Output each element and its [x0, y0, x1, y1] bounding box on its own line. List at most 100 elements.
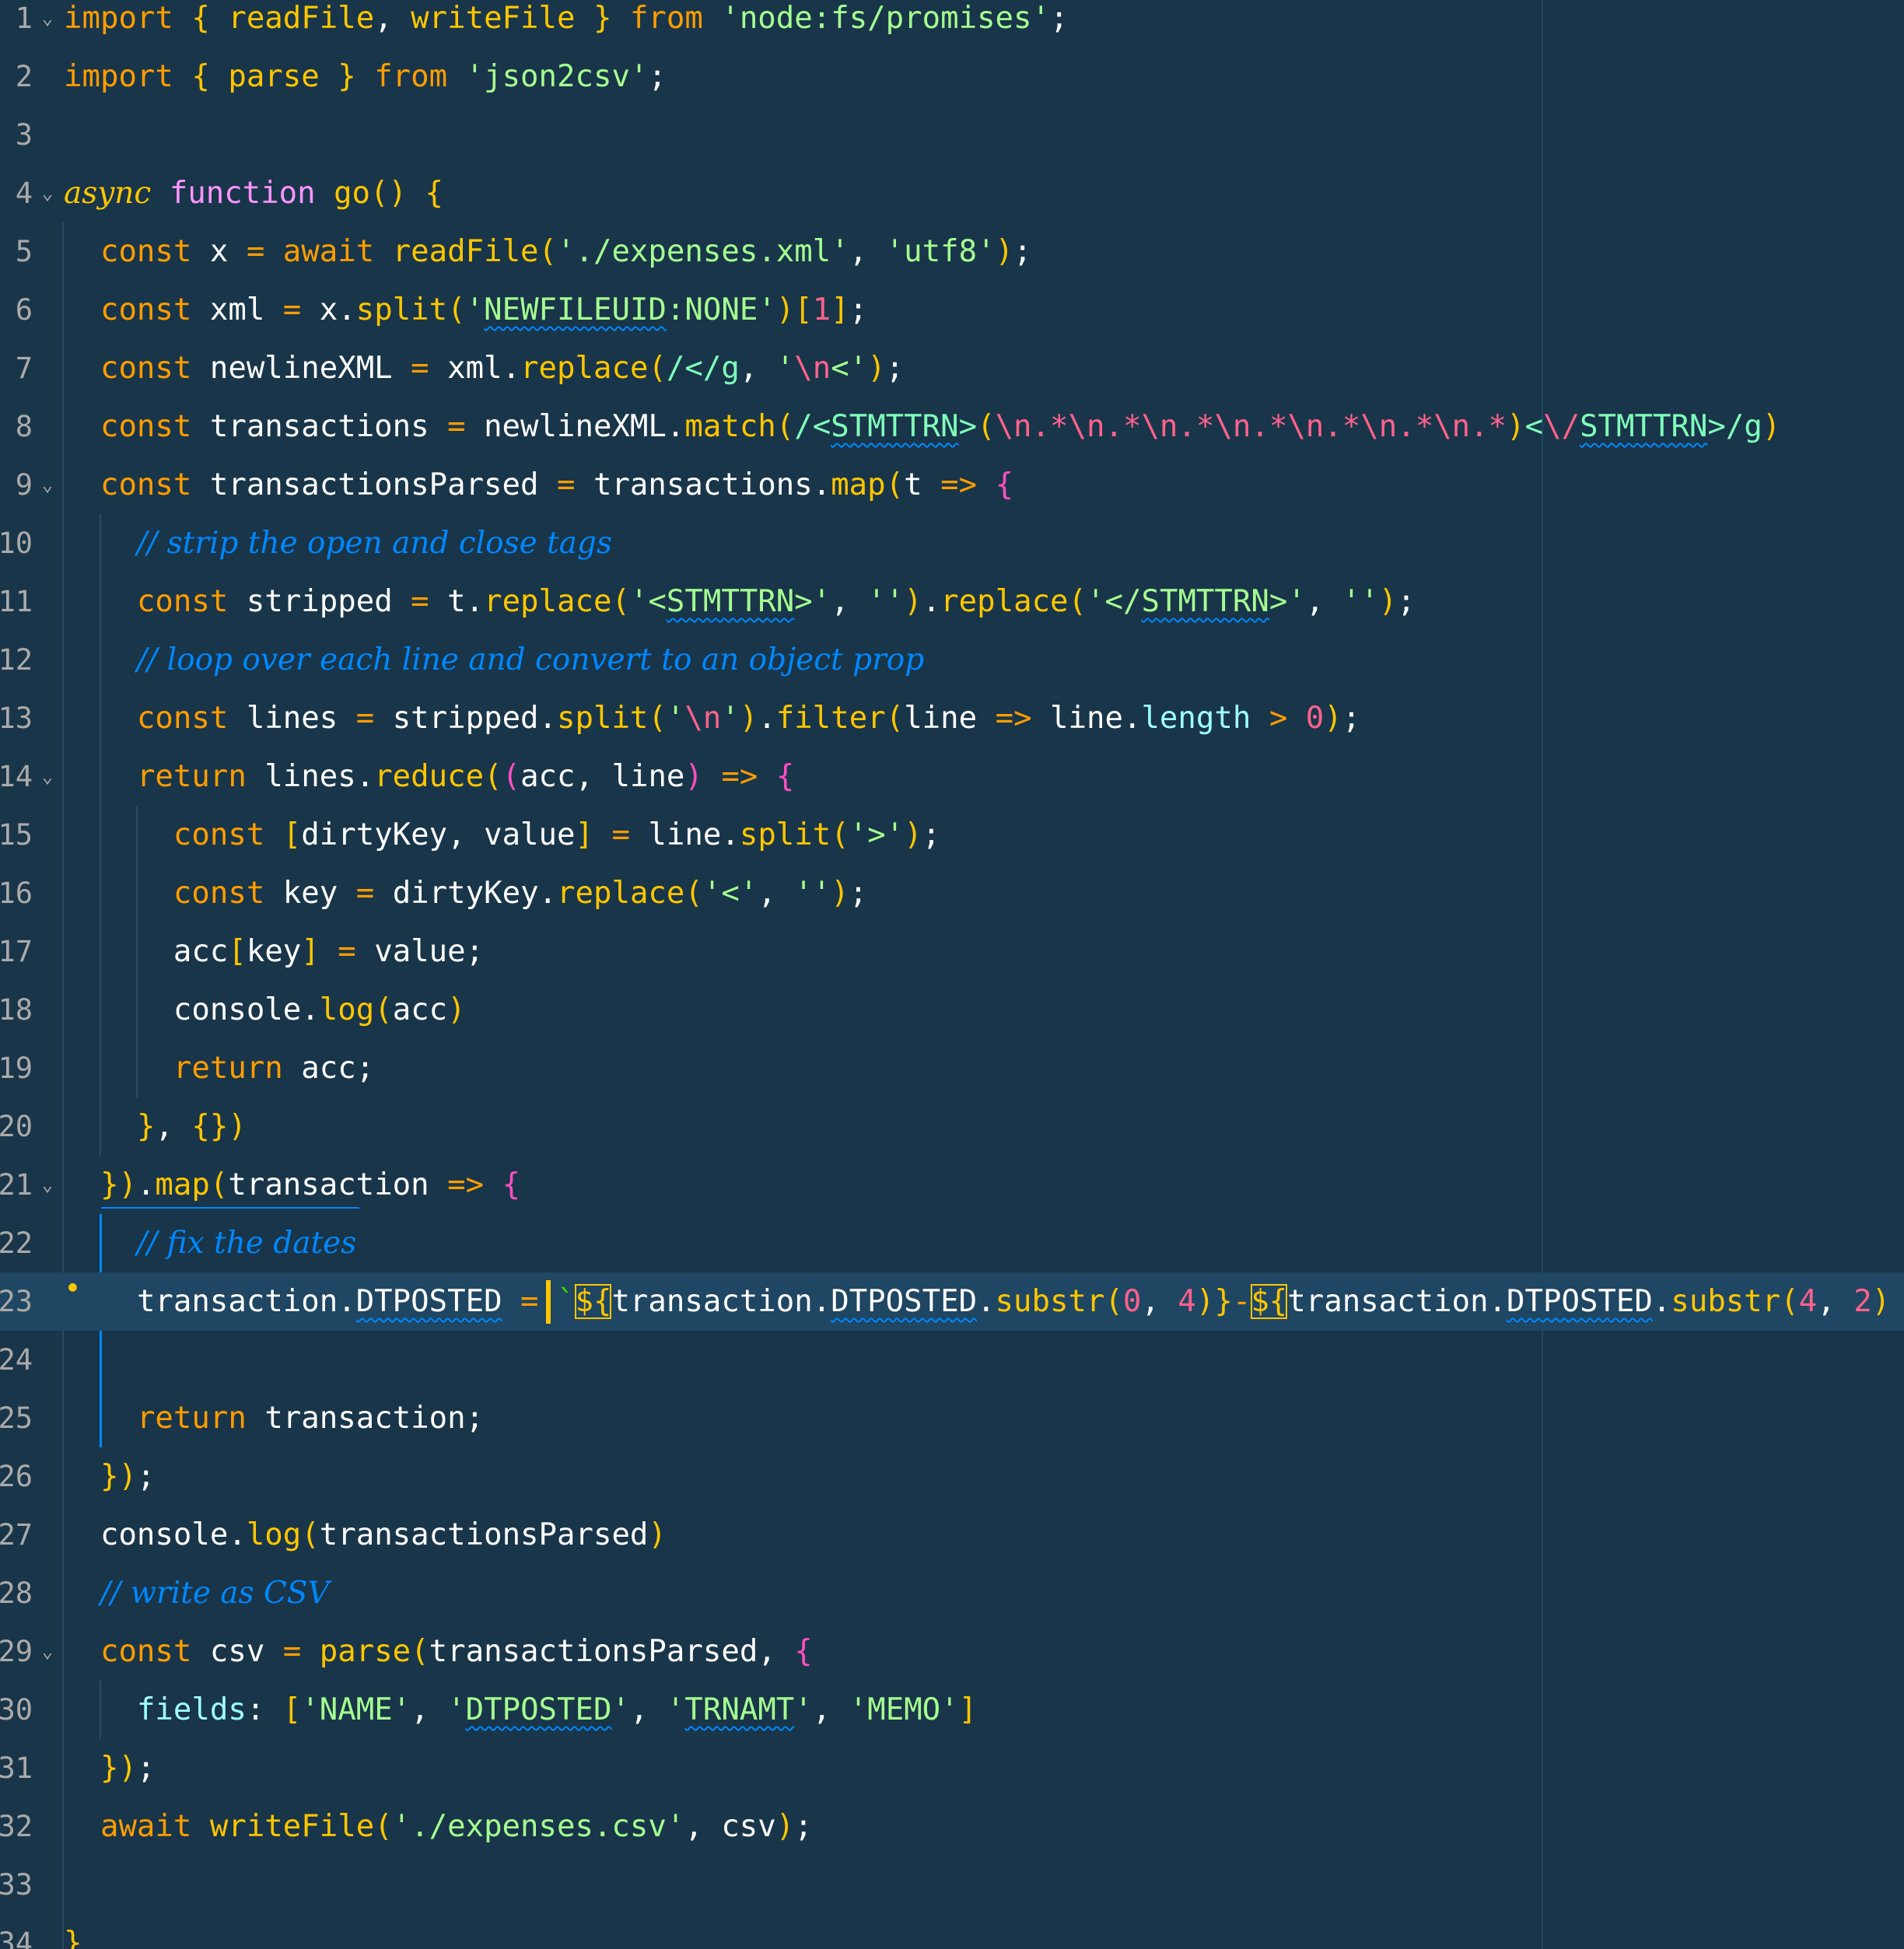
- code-text[interactable]: }, {}): [64, 1097, 247, 1156]
- code-text[interactable]: });: [64, 1739, 155, 1797]
- code-text[interactable]: const key = dirtyKey.replace('<', '');: [64, 864, 867, 922]
- line-number: 34: [0, 1926, 33, 1949]
- code-text[interactable]: }: [64, 1914, 82, 1949]
- code-line[interactable]: 17 acc[key] = value;: [0, 922, 1904, 981]
- fold-chevron-icon[interactable]: ⌄: [37, 747, 58, 806]
- code-text[interactable]: const transactions = newlineXML.match(/<…: [64, 397, 1780, 456]
- code-text[interactable]: import { readFile, writeFile } from 'nod…: [64, 0, 1068, 47]
- code-editor[interactable]: 1 ⌄ import { readFile, writeFile } from 'n…: [0, 0, 1904, 1949]
- code-line[interactable]: 30 fields: ['NAME', 'DTPOSTED', 'TRNAMT'…: [0, 1681, 1904, 1739]
- code-line[interactable]: 10 // strip the open and close tags: [0, 514, 1904, 572]
- code-text[interactable]: async function go() {: [64, 164, 443, 222]
- code-line[interactable]: 5 const x = await readFile('./expenses.x…: [0, 222, 1904, 281]
- line-number: 22: [0, 1226, 33, 1260]
- line-number: 20: [0, 1110, 33, 1143]
- code-text[interactable]: // write as CSV: [64, 1564, 330, 1622]
- line-number: 28: [0, 1576, 33, 1610]
- code-text[interactable]: const newlineXML = xml.replace(/</g, '\n…: [64, 339, 904, 397]
- code-text[interactable]: const xml = x.split('NEWFILEUID:NONE')[1…: [64, 281, 867, 339]
- line-number: 2: [15, 60, 33, 93]
- code-line[interactable]: 9 ⌄ const transactionsParsed = transactio…: [0, 456, 1904, 514]
- code-text[interactable]: transaction.DTPOSTED = `${transaction.DT…: [64, 1272, 1890, 1331]
- code-line[interactable]: 2 import { parse } from 'json2csv';: [0, 47, 1904, 106]
- fold-chevron-icon[interactable]: ⌄: [37, 456, 58, 514]
- line-number: 19: [0, 1051, 33, 1085]
- fold-chevron-icon[interactable]: ⌄: [37, 0, 58, 47]
- code-line[interactable]: 13 const lines = stripped.split('\n').fi…: [0, 689, 1904, 747]
- line-number: 17: [0, 935, 33, 968]
- line-number: 7: [15, 352, 33, 385]
- code-line[interactable]: 7 const newlineXML = xml.replace(/</g, '…: [0, 339, 1904, 397]
- code-line[interactable]: 24: [0, 1331, 1904, 1389]
- line-number: 33: [0, 1868, 33, 1902]
- lightbulb-icon[interactable]: ●: [68, 1279, 82, 1296]
- fold-chevron-icon[interactable]: ⌄: [37, 1156, 58, 1214]
- code-text[interactable]: return acc;: [64, 1039, 374, 1097]
- code-text[interactable]: // fix the dates: [64, 1214, 356, 1272]
- fold-chevron-icon[interactable]: ⌄: [37, 1622, 58, 1681]
- line-number: 8: [15, 410, 33, 443]
- code-text[interactable]: const csv = parse(transactionsParsed, {: [64, 1622, 813, 1681]
- code-line[interactable]: 20 }, {}): [0, 1097, 1904, 1156]
- code-line[interactable]: 31 });: [0, 1739, 1904, 1797]
- code-line[interactable]: 11 const stripped = t.replace('<STMTTRN>…: [0, 572, 1904, 631]
- code-line[interactable]: 1 ⌄ import { readFile, writeFile } from 'n…: [0, 0, 1904, 47]
- line-number: 3: [15, 118, 33, 152]
- code-text[interactable]: // loop over each line and convert to an…: [64, 631, 924, 689]
- code-line[interactable]: 3: [0, 106, 1904, 164]
- code-line[interactable]: 29 ⌄ const csv = parse(transactionsParsed…: [0, 1622, 1904, 1681]
- code-line[interactable]: 8 const transactions = newlineXML.match(…: [0, 397, 1904, 456]
- code-line[interactable]: 21 ⌄ }).map(transaction => {: [0, 1156, 1904, 1214]
- line-number: 13: [0, 702, 33, 735]
- code-line[interactable]: 19 return acc;: [0, 1039, 1904, 1097]
- code-text[interactable]: acc[key] = value;: [64, 922, 484, 981]
- code-text[interactable]: console.log(transactionsParsed): [64, 1506, 667, 1564]
- code-text[interactable]: const transactionsParsed = transactions.…: [64, 456, 1013, 514]
- code-line[interactable]: 28 // write as CSV: [0, 1564, 1904, 1622]
- line-number: 32: [0, 1810, 33, 1843]
- code-line[interactable]: 14 ⌄ return lines.reduce((acc, line) => {: [0, 747, 1904, 806]
- code-line[interactable]: 4 ⌄ async function go() {: [0, 164, 1904, 222]
- code-line[interactable]: 26 });: [0, 1447, 1904, 1506]
- fold-chevron-icon[interactable]: ⌄: [37, 164, 58, 222]
- line-number: 29: [0, 1635, 33, 1668]
- code-line[interactable]: 18 console.log(acc): [0, 981, 1904, 1039]
- code-text[interactable]: // strip the open and close tags: [64, 514, 612, 572]
- line-number: 1: [15, 2, 33, 35]
- code-line[interactable]: 6 const xml = x.split('NEWFILEUID:NONE')…: [0, 281, 1904, 339]
- code-line[interactable]: 12 // loop over each line and convert to…: [0, 631, 1904, 689]
- line-number: 9: [15, 468, 33, 502]
- code-text[interactable]: const stripped = t.replace('<STMTTRN>', …: [64, 572, 1416, 631]
- code-text[interactable]: await writeFile('./expenses.csv', csv);: [64, 1797, 813, 1856]
- line-number: 25: [0, 1401, 33, 1435]
- code-line[interactable]: 16 const key = dirtyKey.replace('<', '')…: [0, 864, 1904, 922]
- line-number: 27: [0, 1518, 33, 1552]
- line-number: 15: [0, 818, 33, 852]
- code-line[interactable]: 23 transaction.DTPOSTED = `${transaction…: [0, 1272, 1904, 1331]
- code-line[interactable]: 32 await writeFile('./expenses.csv', csv…: [0, 1797, 1904, 1856]
- code-text[interactable]: import { parse } from 'json2csv';: [64, 47, 667, 106]
- code-text[interactable]: });: [64, 1447, 155, 1506]
- code-text[interactable]: return lines.reduce((acc, line) => {: [64, 747, 794, 806]
- line-number: 21: [0, 1168, 33, 1202]
- code-text[interactable]: const x = await readFile('./expenses.xml…: [64, 222, 1032, 281]
- line-number: 24: [0, 1343, 33, 1377]
- code-text[interactable]: }).map(transaction => {: [64, 1156, 520, 1214]
- line-number: 4: [15, 177, 33, 210]
- code-line[interactable]: 22 // fix the dates: [0, 1214, 1904, 1272]
- code-line[interactable]: 15 const [dirtyKey, value] = line.split(…: [0, 806, 1904, 864]
- code-text[interactable]: const lines = stripped.split('\n').filte…: [64, 689, 1360, 747]
- line-number: 10: [0, 527, 33, 560]
- line-number: 11: [0, 585, 33, 618]
- code-line[interactable]: 27 console.log(transactionsParsed): [0, 1506, 1904, 1564]
- code-text[interactable]: return transaction;: [64, 1389, 484, 1447]
- code-line[interactable]: 33: [0, 1856, 1904, 1914]
- line-number: 5: [15, 235, 33, 268]
- code-line[interactable]: 25 return transaction;: [0, 1389, 1904, 1447]
- code-text[interactable]: const [dirtyKey, value] = line.split('>'…: [64, 806, 940, 864]
- code-text[interactable]: fields: ['NAME', 'DTPOSTED', 'TRNAMT', '…: [64, 1681, 977, 1739]
- line-number: 18: [0, 993, 33, 1027]
- code-text[interactable]: console.log(acc): [64, 981, 466, 1039]
- line-number: 26: [0, 1460, 33, 1493]
- code-line[interactable]: 34}: [0, 1914, 1904, 1949]
